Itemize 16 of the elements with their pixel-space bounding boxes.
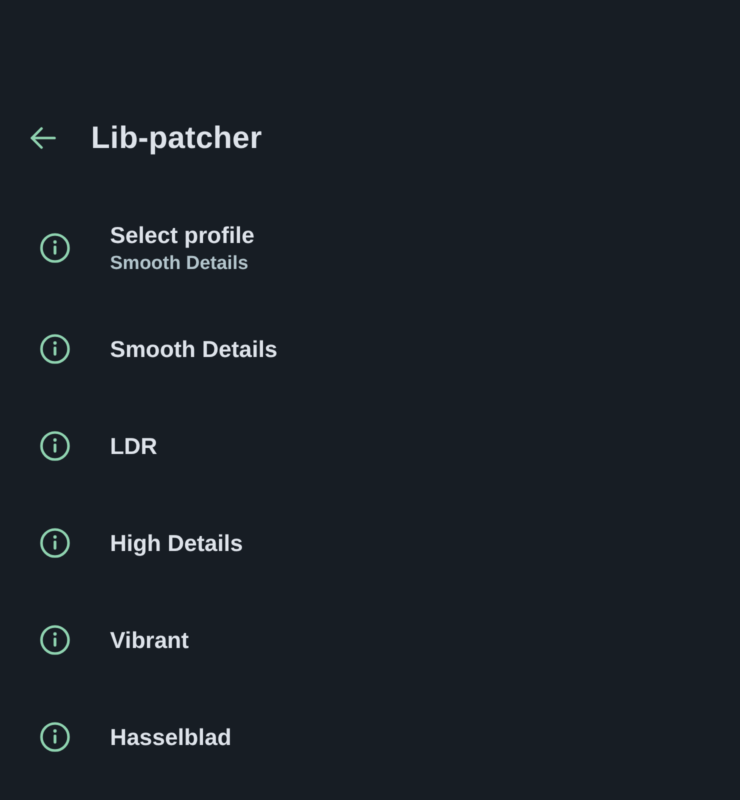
profile-option[interactable]: Vibrant: [110, 626, 189, 654]
back-button[interactable]: [28, 125, 58, 151]
profile-option[interactable]: Hasselblad: [110, 722, 232, 750]
arrow-left-icon: [30, 127, 56, 149]
page-title: Lib-patcher: [91, 120, 262, 156]
selected-profile-summary: Smooth Details: [110, 252, 250, 275]
profile-option[interactable]: LDR: [110, 432, 158, 460]
profile-option[interactable]: Smooth Details: [110, 334, 278, 362]
info-icon: [40, 624, 70, 654]
info-icon: [40, 722, 70, 752]
info-icon: [40, 334, 70, 364]
info-icon: [40, 430, 70, 460]
profile-option[interactable]: High Details: [110, 528, 243, 556]
profile-option[interactable]: Select profile: [110, 221, 254, 249]
info-icon: [40, 233, 70, 263]
info-icon: [40, 528, 70, 558]
